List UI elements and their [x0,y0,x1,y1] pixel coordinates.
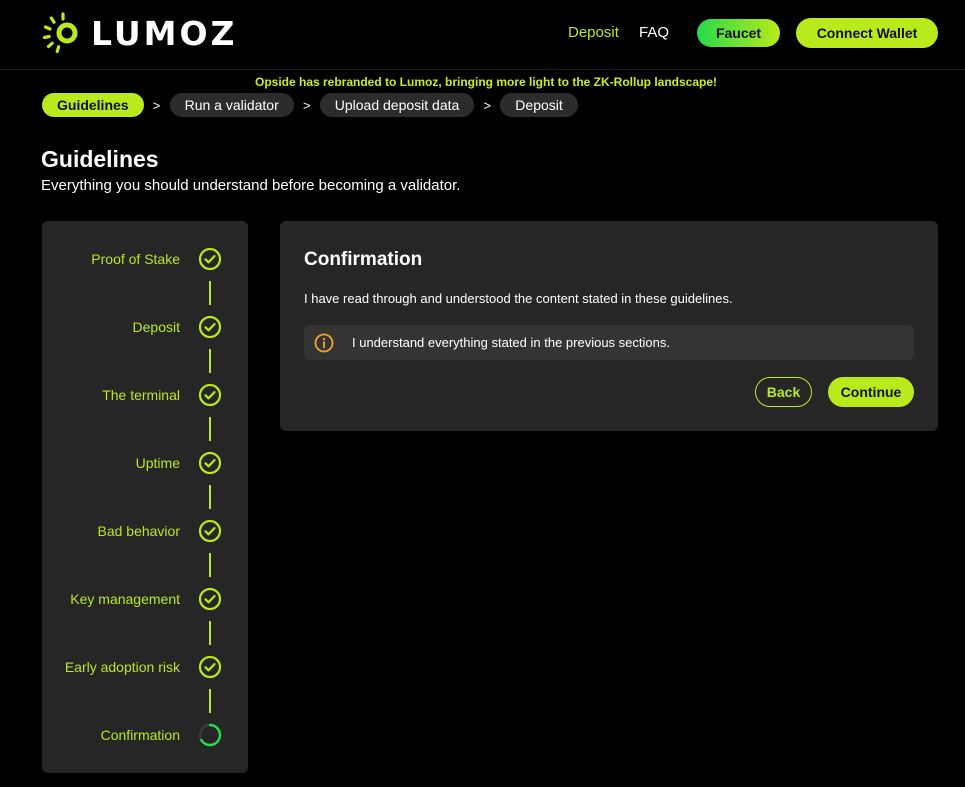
check-circle-icon [198,587,222,611]
step-label: Uptime [135,455,180,471]
page-subtitle: Everything you should understand before … [41,177,461,194]
check-circle-icon [198,383,222,407]
info-icon [314,333,334,352]
step-connector [209,621,211,645]
breadcrumb-guidelines[interactable]: Guidelines [42,93,144,117]
check-circle-icon [198,519,222,543]
breadcrumb: Guidelines > Run a validator > Upload de… [42,93,578,117]
step-connector [209,349,211,373]
step-label: Bad behavior [97,523,180,539]
step-label: Proof of Stake [91,251,180,267]
lumoz-logo[interactable]: LUMOZ [41,11,237,55]
nav-deposit-link[interactable]: Deposit [568,24,619,41]
step-label: Deposit [132,319,180,335]
rebrand-announcement: Opside has rebranded to Lumoz, bringing … [254,75,718,89]
nav-faq-link[interactable]: FAQ [639,24,669,41]
step-connector [209,281,211,305]
steps-sidebar: Proof of Stake Deposit The terminal Upti… [42,221,248,773]
page-title: Guidelines [41,146,159,172]
back-button[interactable]: Back [755,377,812,407]
step-bad-behavior[interactable]: Bad behavior [97,519,222,543]
check-circle-icon [198,451,222,475]
check-circle-icon [198,247,222,271]
step-connector [209,553,211,577]
check-circle-icon [198,655,222,679]
card-text: I have read through and understood the c… [304,291,733,306]
confirmation-card: Confirmation I have read through and und… [280,221,938,431]
step-connector [209,485,211,509]
check-circle-icon [198,315,222,339]
step-label: The terminal [102,387,180,403]
logo-text: LUMOZ [91,13,238,53]
spinner-icon [198,723,222,747]
faucet-button[interactable]: Faucet [697,19,780,47]
step-deposit[interactable]: Deposit [133,315,222,339]
step-confirmation[interactable]: Confirmation [101,723,222,747]
step-label: Key management [70,591,180,607]
step-label: Early adoption risk [64,659,180,675]
step-uptime[interactable]: Uptime [136,451,222,475]
step-early-adoption-risk[interactable]: Early adoption risk [65,655,222,679]
breadcrumb-separator: > [152,97,161,113]
step-the-terminal[interactable]: The terminal [102,383,222,407]
step-connector [209,689,211,713]
breadcrumb-separator: > [302,97,311,113]
step-label: Confirmation [100,727,180,743]
breadcrumb-run-validator[interactable]: Run a validator [169,93,294,117]
breadcrumb-deposit[interactable]: Deposit [500,93,578,117]
card-title: Confirmation [304,249,423,270]
continue-button[interactable]: Continue [828,377,914,407]
confirmation-notice[interactable]: I understand everything stated in the pr… [304,325,914,360]
step-key-management[interactable]: Key management [70,587,222,611]
step-connector [209,417,211,441]
top-header: LUMOZ Deposit FAQ Faucet Connect Wallet [0,0,965,70]
step-proof-of-stake[interactable]: Proof of Stake [91,247,222,271]
connect-wallet-button[interactable]: Connect Wallet [796,18,938,48]
notice-text: I understand everything stated in the pr… [352,335,670,350]
breadcrumb-separator: > [483,97,492,113]
logo-icon [42,12,78,54]
breadcrumb-upload-deposit-data[interactable]: Upload deposit data [319,93,475,117]
